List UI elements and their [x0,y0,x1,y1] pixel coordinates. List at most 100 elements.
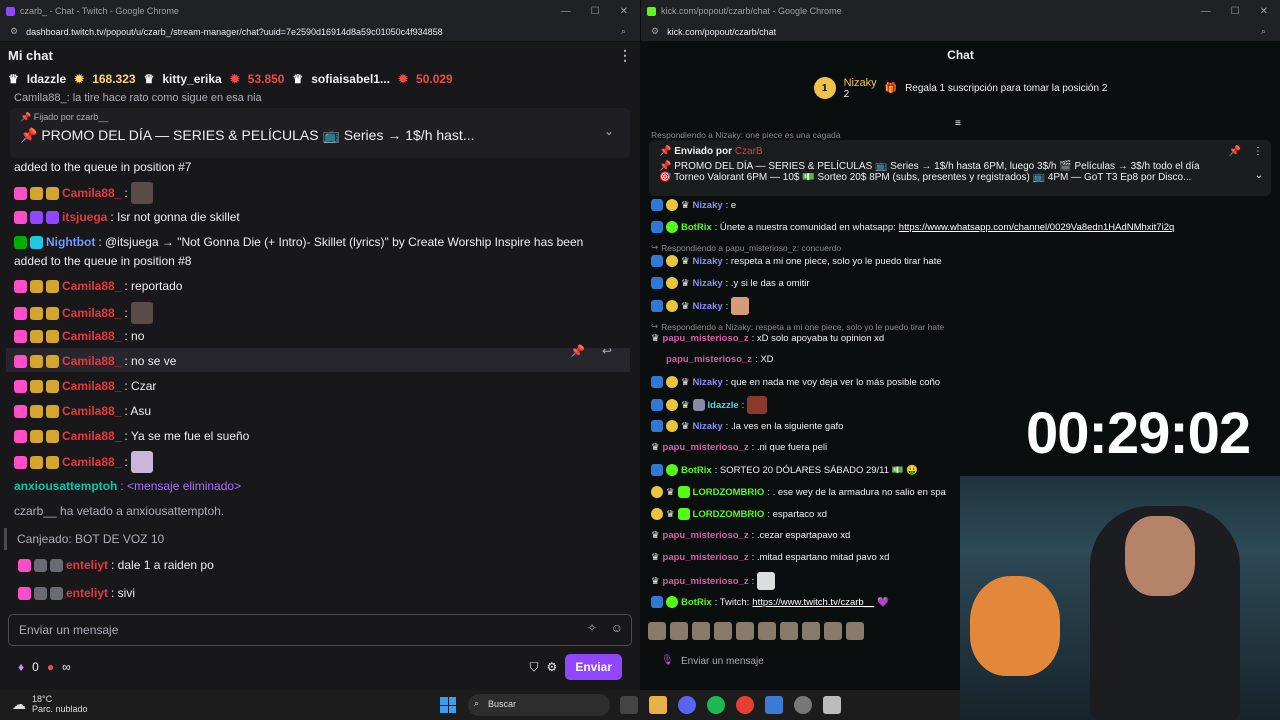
close-icon[interactable]: ✕ [1260,6,1268,17]
pinned-user[interactable]: CzarB [735,146,763,157]
username[interactable]: Nizaky [693,256,723,267]
username[interactable]: papu_misterioso_z [663,576,749,587]
username[interactable]: BotRix [681,465,712,476]
top-chatter-name[interactable]: Idazzle [27,72,66,86]
username[interactable]: Nizaky [693,301,723,312]
pin-icon[interactable]: 📌 [1229,146,1241,157]
username[interactable]: LORDZOMBRIO [693,487,765,498]
emote-icon[interactable] [802,622,820,640]
start-icon[interactable] [440,697,456,713]
username[interactable]: Nizaky [693,278,723,289]
reply-icon[interactable]: ↩ [602,344,612,358]
discord-icon[interactable] [678,696,696,714]
top-chatter-name[interactable]: sofiaisabel1... [311,72,390,86]
url-text[interactable]: dashboard.twitch.tv/popout/u/czarb_/stre… [26,27,443,37]
username[interactable]: BotRix [681,222,712,233]
chevron-down-icon[interactable]: ⌄ [604,124,614,138]
username[interactable]: Idazzle [708,400,739,411]
pin-message-icon[interactable]: 📌 [570,344,585,358]
whatsapp-link[interactable]: https://www.whatsapp.com/channel/0029Va8… [899,222,1175,233]
maximize-icon[interactable]: ☐ [1231,6,1240,17]
emote-icon[interactable] [714,622,732,640]
address-bar[interactable]: ⚙ kick.com/popout/czarb/chat ⌕ [641,22,1280,42]
badge-icon [14,354,27,368]
username[interactable]: papu_misterioso_z [666,354,752,365]
site-info-icon[interactable]: ⚙ [10,26,18,37]
settings-app-icon[interactable] [794,696,812,714]
badge-icon [30,210,43,224]
minimize-icon[interactable]: — [561,6,571,17]
chat-message: Camila88_: reportado [14,279,182,293]
taskbar-search[interactable]: ⌕ Buscar [468,694,610,716]
pinned-message[interactable]: 📌 Fijado por czarb__ 📌 PROMO DEL DÍA — S… [10,108,630,158]
emote-icon[interactable] [758,622,776,640]
badge-icon [46,455,59,469]
channel-points-icon[interactable]: ♦ [18,660,24,674]
username[interactable]: Nizaky [693,377,723,388]
username[interactable]: Camila88_ [62,306,121,320]
zoom-icon[interactable]: ⌕ [1261,26,1266,37]
minimize-icon[interactable]: — [1201,6,1211,17]
spotify-icon[interactable] [707,696,725,714]
maximize-icon[interactable]: ☐ [591,6,600,17]
username[interactable]: Nizaky [693,421,723,432]
username[interactable]: enteliyt [66,558,108,572]
username[interactable]: Camila88_ [62,329,121,343]
chevron-down-icon[interactable]: ⌄ [1255,170,1263,181]
close-icon[interactable]: ✕ [620,6,628,17]
username[interactable]: Camila88_ [62,429,121,443]
username[interactable]: Camila88_ [62,354,121,368]
notepad-icon[interactable] [765,696,783,714]
username[interactable]: papu_misterioso_z [663,530,749,541]
twitch-link[interactable]: https://www.twitch.tv/czarb__ [752,597,874,608]
badge-icon [14,279,27,293]
collapse-icon[interactable]: ≡ [955,118,961,129]
emote-icon[interactable] [692,622,710,640]
username[interactable]: Nizaky [693,200,723,211]
emote-icon[interactable] [846,622,864,640]
username[interactable]: Camila88_ [62,404,121,418]
task-view-icon[interactable] [620,696,638,714]
emote-icon[interactable] [780,622,798,640]
weather-widget[interactable]: ☁ 18°C Parc. nublado [12,694,88,714]
username[interactable]: LORDZOMBRIO [693,509,765,520]
chat-message: ♛ Nizaky: .y si le das a omitir [651,277,810,289]
username[interactable]: Nightbot [46,235,95,249]
emote-icon[interactable] [736,622,754,640]
bits-icon[interactable]: ● [47,660,54,674]
emote-icon[interactable] [670,622,688,640]
pinned-message[interactable]: 📌 Enviado por CzarB 📌 PROMO DEL DÍA — SE… [649,140,1271,196]
address-bar[interactable]: ⚙ dashboard.twitch.tv/popout/u/czarb_/st… [0,22,640,42]
mic-icon[interactable]: 🎙 [661,655,674,666]
chrome-icon[interactable] [736,696,754,714]
shield-icon[interactable]: ⛉ [530,660,539,675]
username[interactable]: Camila88_ [62,279,121,293]
send-button[interactable]: Enviar [565,654,622,680]
chat-input[interactable]: Enviar un mensaje ✧ ☺ [8,614,632,646]
more-options-icon[interactable]: ⋮ [1253,146,1263,157]
username[interactable]: enteliyt [66,586,108,600]
site-info-icon[interactable]: ⚙ [651,26,659,37]
emote-icon[interactable] [824,622,842,640]
zoom-icon[interactable]: ⌕ [621,26,626,37]
file-explorer-icon[interactable] [649,696,667,714]
calculator-icon[interactable] [823,696,841,714]
url-text[interactable]: kick.com/popout/czarb/chat [667,27,776,37]
username[interactable]: Camila88_ [62,186,121,200]
username[interactable]: itsjuega [62,210,107,224]
username[interactable]: papu_misterioso_z [663,442,749,453]
username[interactable]: Camila88_ [62,455,121,469]
gear-icon[interactable]: ⚙ [547,660,558,674]
chat-input[interactable]: 🎙 Enviar un mensaje [651,650,981,676]
top-user[interactable]: Nizaky [844,77,877,89]
username[interactable]: BotRix [681,597,712,608]
emote-picker-icon[interactable]: ☺ [611,621,623,635]
effects-icon[interactable]: ✧ [587,621,597,635]
more-options-icon[interactable]: ⋮ [618,47,632,64]
username[interactable]: papu_misterioso_z [663,552,749,563]
top-chatter-name[interactable]: kitty_erika [162,72,221,86]
emote-icon[interactable] [648,622,666,640]
username[interactable]: papu_misterioso_z [663,333,749,344]
username[interactable]: anxiousattemptoh [14,479,117,493]
username[interactable]: Camila88_ [62,379,121,393]
